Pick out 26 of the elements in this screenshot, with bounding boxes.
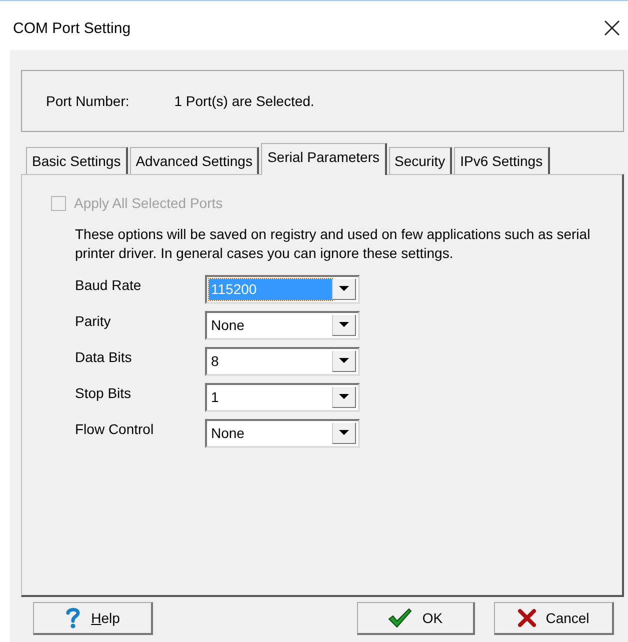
field-label: Parity xyxy=(75,313,112,329)
close-icon[interactable] xyxy=(604,20,620,36)
tab[interactable]: IPv6 Settings xyxy=(454,147,550,174)
field-label: Flow Control xyxy=(75,421,155,437)
field-label: Data Bits xyxy=(75,349,133,365)
dropdown-field[interactable]: 1 xyxy=(205,383,360,412)
window-title: COM Port Setting xyxy=(13,20,131,36)
dropdown-field[interactable]: None xyxy=(205,419,360,448)
port-number-label: Port Number: xyxy=(46,93,130,109)
dropdown-field[interactable]: None xyxy=(205,311,360,340)
help-button[interactable]: Help xyxy=(33,602,153,634)
tab[interactable]: Basic Settings xyxy=(26,147,128,174)
dropdown-field[interactable]: 8 xyxy=(205,347,360,376)
checkmark-icon xyxy=(388,608,412,628)
cancel-button[interactable]: Cancel xyxy=(494,602,614,634)
question-mark-icon xyxy=(65,606,82,628)
ok-button[interactable]: OK xyxy=(357,602,475,634)
tab[interactable]: Advanced Settings xyxy=(130,147,260,174)
checkbox-label: Apply All Selected Ports xyxy=(74,195,223,211)
field-label: Stop Bits xyxy=(75,385,132,401)
field-label: Baud Rate xyxy=(75,277,142,293)
tab[interactable]: Security xyxy=(388,147,452,174)
port-number-value: 1 Port(s) are Selected. xyxy=(174,93,314,109)
tab[interactable]: Serial Parameters xyxy=(261,143,387,175)
description-text: These options will be saved on registry and used on few applications such as serial printer driver. In general cases you can ignore these settings. xyxy=(75,225,592,263)
cross-icon xyxy=(518,608,536,626)
